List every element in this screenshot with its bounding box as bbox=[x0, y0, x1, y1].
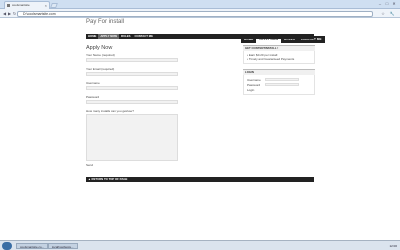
password-input[interactable] bbox=[86, 100, 178, 104]
tab-strip: coolsmartsite × – □ ✕ bbox=[0, 0, 400, 9]
browser-tab[interactable]: coolsmartsite × bbox=[4, 1, 50, 9]
tab-title: coolsmartsite bbox=[12, 3, 30, 7]
tab-close-icon[interactable]: × bbox=[45, 2, 47, 9]
page-viewport: Pay For install HOME APPLY NOW RULES CON… bbox=[0, 19, 400, 240]
sidebar: GET CONTENTINSTALL ! Earn $0.20 per inst… bbox=[243, 45, 315, 100]
username-input[interactable] bbox=[86, 86, 178, 90]
installs-textarea[interactable] bbox=[86, 114, 178, 161]
taskbar-item[interactable]: coolsmartsite.co... bbox=[16, 243, 49, 249]
minimize-icon[interactable]: – bbox=[377, 1, 383, 6]
email-input[interactable] bbox=[86, 72, 178, 76]
email-label: Your Email (required) bbox=[86, 67, 115, 71]
form-heading: Apply Now bbox=[86, 45, 113, 51]
close-window-icon[interactable]: ✕ bbox=[391, 1, 397, 6]
start-button[interactable] bbox=[2, 242, 12, 250]
login-password-label: Password bbox=[247, 82, 261, 87]
name-input[interactable] bbox=[86, 58, 178, 62]
apply-form: Apply Now Your Name (required) Your Emai… bbox=[86, 45, 226, 167]
mainnav-item-contact[interactable]: CONTACT ME bbox=[133, 34, 155, 39]
window-buttons: – □ ✕ bbox=[377, 1, 397, 6]
login-username-label: Username bbox=[247, 77, 261, 82]
promo-box: Earn $0.20 per install Timely and Guaran… bbox=[243, 51, 315, 64]
return-to-top-link[interactable]: ▲ RETURN TO TOP OF PAGE bbox=[86, 177, 314, 182]
login-password-input[interactable] bbox=[265, 82, 299, 87]
mainnav-item-home[interactable]: HOME bbox=[86, 34, 98, 39]
bookmark-star-icon[interactable]: ☆ bbox=[380, 11, 386, 16]
new-tab-button[interactable] bbox=[50, 3, 58, 8]
installs-label: How many installs can you get/use? bbox=[86, 109, 134, 113]
address-bar[interactable]: D:\coolsmartsite.com bbox=[17, 11, 373, 17]
favicon-icon bbox=[7, 4, 10, 7]
wrench-icon[interactable]: 🔧 bbox=[389, 11, 395, 16]
username-label: Username bbox=[86, 81, 100, 85]
system-clock: 12:00 bbox=[389, 244, 397, 248]
mainnav-item-apply[interactable]: APPLY NOW bbox=[98, 34, 120, 39]
password-label: Password bbox=[86, 95, 100, 99]
mainnav-item-rules[interactable]: RULES bbox=[119, 34, 132, 39]
taskbar-item[interactable]: localhost/tests... bbox=[48, 243, 78, 249]
promo-item: Timely and Guaranteed Payments bbox=[247, 57, 311, 61]
name-label: Your Name (required) bbox=[86, 53, 115, 57]
login-box: Username Password Login bbox=[243, 75, 315, 95]
maximize-icon[interactable]: □ bbox=[384, 1, 390, 6]
taskbar: coolsmartsite.co... localhost/tests... 1… bbox=[0, 240, 400, 250]
site-title: Pay For install bbox=[86, 19, 125, 25]
login-button[interactable]: Login bbox=[247, 88, 311, 92]
browser-toolbar: ◀ ▶ ↻ D:\coolsmartsite.com ☆ 🔧 bbox=[0, 9, 400, 18]
login-username-input[interactable] bbox=[265, 77, 299, 82]
send-button[interactable]: Send bbox=[86, 163, 226, 167]
main-nav: HOME APPLY NOW RULES CONTACT ME bbox=[86, 34, 314, 39]
